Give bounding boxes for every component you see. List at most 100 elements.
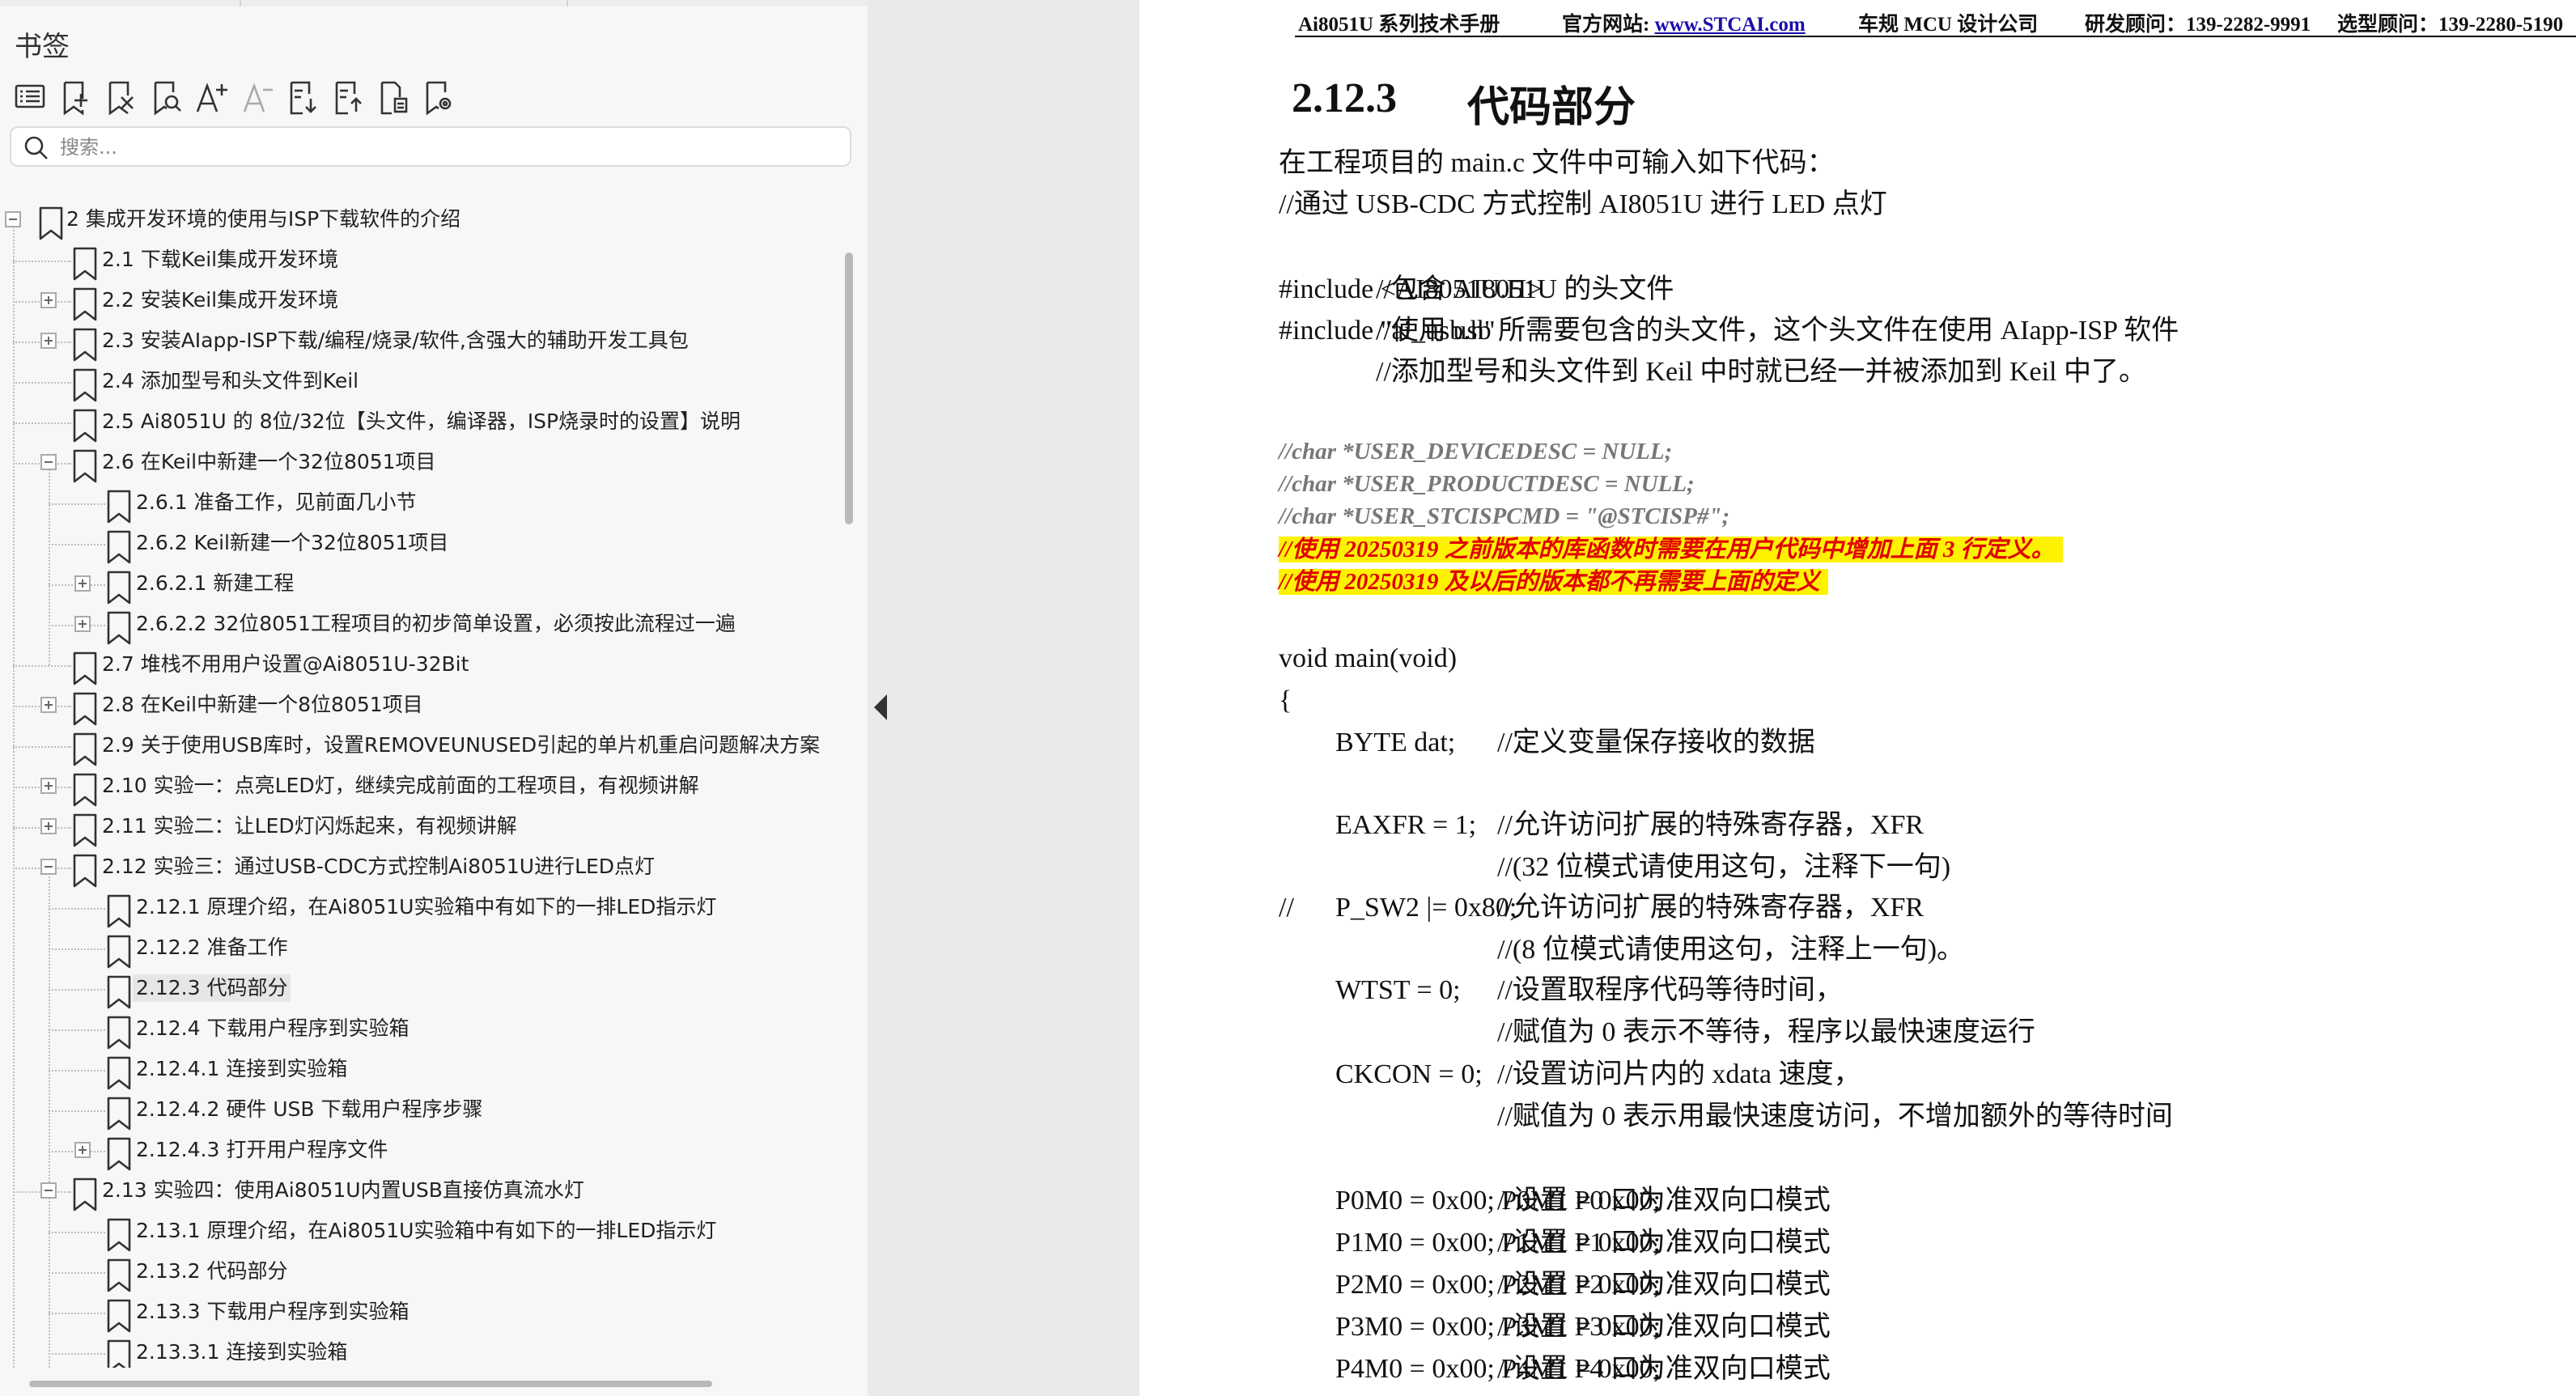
bookmark-icon <box>105 1096 133 1131</box>
bookmark-item[interactable]: 2.6.2 Keil新建一个32位8051项目 <box>0 524 825 565</box>
website-link[interactable]: www.STCAI.com <box>1655 14 1806 36</box>
bookmark-label: 2.12.3 代码部分 <box>133 974 291 1002</box>
bookmark-label: 2.1 下载Keil集成开发环境 <box>102 248 339 271</box>
code-comment: //设置 P0 口为准双向口模式 <box>1497 1186 1831 1216</box>
bookmark-item[interactable]: 2.6.1 准备工作，见前面几小节 <box>0 484 825 524</box>
add-bookmark-icon[interactable] <box>57 74 95 120</box>
bookmark-item[interactable]: 2.5 Ai8051U 的 8位/32位【头文件，编译器，ISP烧录时的设置】说… <box>0 403 825 443</box>
search-input[interactable] <box>58 131 838 163</box>
expand-icon[interactable] <box>40 292 57 308</box>
bookmark-item[interactable]: 2.6.2.2 32位8051工程项目的初步简单设置，必须按此流程过一遍 <box>0 605 825 646</box>
bookmark-item[interactable]: 2.12.4.2 硬件 USB 下载用户程序步骤 <box>0 1091 825 1131</box>
tree-guide-line <box>49 1272 105 1274</box>
expand-icon[interactable] <box>74 575 91 592</box>
bookmark-search[interactable] <box>10 126 851 167</box>
bookmark-item[interactable]: 2.10 实验一：点亮LED灯，继续完成前面的工程项目，有视频讲解 <box>0 767 825 808</box>
bookmark-icon <box>105 570 133 605</box>
bookmark-item[interactable]: 2.3 安装AIapp-ISP下载/编程/烧录/软件,含强大的辅助开发工具包 <box>0 322 825 363</box>
find-bookmark-icon[interactable] <box>147 74 186 120</box>
collapse-icon[interactable] <box>40 1182 57 1199</box>
bookmark-label: 2.10 实验一：点亮LED灯，继续完成前面的工程项目，有视频讲解 <box>102 774 699 797</box>
bookmark-item[interactable]: 2.4 添加型号和头文件到Keil <box>0 363 825 403</box>
expand-all-icon[interactable] <box>283 74 322 120</box>
collapse-icon[interactable] <box>40 859 57 875</box>
bookmark-panel: 书签 搜索... 2 集成开发环境的使用与ISP下载软件的介绍 2.1 下载Ke… <box>0 0 869 1396</box>
bookmark-item[interactable]: 2.1 下载Keil集成开发环境 <box>0 241 825 282</box>
bookmark-item[interactable]: 2.7 堆栈不用用户设置@Ai8051U-32Bit <box>0 646 825 686</box>
bookmark-item[interactable]: 2.12.1 原理介绍，在Ai8051U实验箱中有如下的一排LED指示灯 <box>0 889 825 929</box>
bookmark-item[interactable]: 2.8 在Keil中新建一个8位8051项目 <box>0 686 825 727</box>
expand-icon[interactable] <box>40 778 57 794</box>
bookmark-item[interactable]: 2.13 实验四：使用Ai8051U内置USB直接仿真流水灯 <box>0 1172 825 1212</box>
bookmark-page-icon[interactable] <box>374 74 413 120</box>
collapse-panel-icon[interactable] <box>874 694 887 720</box>
shrink-font-icon[interactable] <box>238 74 277 120</box>
tree-vertical-scrollbar[interactable] <box>845 252 853 524</box>
collapse-icon[interactable] <box>5 211 21 227</box>
code-comment: //设置 P2 口为准双向口模式 <box>1497 1270 1831 1300</box>
tree-guide-line <box>49 1313 105 1314</box>
highlighted-note: //使用 20250319 及以后的版本都不再需要上面的定义 <box>1279 563 1828 600</box>
bookmark-item[interactable]: 2 集成开发环境的使用与ISP下载软件的介绍 <box>0 201 825 241</box>
tree-guide-line <box>49 989 105 991</box>
bookmark-item[interactable]: 2.13.3.1 连接到实验箱 <box>0 1334 825 1368</box>
expand-icon[interactable] <box>74 616 91 632</box>
tree-guide-line <box>49 1070 105 1071</box>
bookmark-icon <box>105 974 133 1010</box>
bookmark-item[interactable]: 2.13.1 原理介绍，在Ai8051U实验箱中有如下的一排LED指示灯 <box>0 1212 825 1253</box>
bookmark-item[interactable]: 2.13.2 代码部分 <box>0 1253 825 1293</box>
delete-bookmark-icon[interactable] <box>102 74 141 120</box>
bookmark-icon <box>105 1339 133 1368</box>
tree-guide-line <box>49 1232 105 1233</box>
collapse-all-icon[interactable] <box>329 74 367 120</box>
code-comment: //设置 P1 口为准双向口模式 <box>1497 1228 1831 1258</box>
bookmark-icon <box>71 813 99 848</box>
bookmark-settings-icon[interactable] <box>419 74 458 120</box>
collapse-icon[interactable] <box>40 454 57 470</box>
expand-icon[interactable] <box>74 1142 91 1158</box>
section-title: 代码部分 <box>1467 85 1636 131</box>
bookmark-icon <box>105 893 133 929</box>
bookmark-item[interactable]: 2.11 实验二：让LED灯闪烁起来，有视频讲解 <box>0 808 825 848</box>
tree-guide-line <box>49 1110 105 1112</box>
bookmark-item[interactable]: 2.12.4 下载用户程序到实验箱 <box>0 1010 825 1050</box>
bookmark-item[interactable]: 2.12 实验三：通过USB-CDC方式控制Ai8051U进行LED点灯 <box>0 848 825 889</box>
bookmark-item[interactable]: 2.12.4.3 打开用户程序文件 <box>0 1131 825 1172</box>
code-comment: //设置 P3 口为准双向口模式 <box>1497 1312 1831 1342</box>
bookmark-icon <box>71 367 99 403</box>
bookmark-label: 2.8 在Keil中新建一个8位8051项目 <box>102 693 423 716</box>
bookmark-icon <box>71 691 99 727</box>
expand-icon[interactable] <box>40 333 57 349</box>
header-website: 官方网站: www.STCAI.com <box>1562 8 1806 37</box>
enlarge-font-icon[interactable] <box>193 74 231 120</box>
bookmark-item[interactable]: 2.13.3 下载用户程序到实验箱 <box>0 1293 825 1334</box>
list-icon[interactable] <box>11 74 50 120</box>
code-comment: //添加型号和头文件到 Keil 中时就已经一并被添加到 Keil 中了。 <box>1376 357 2146 387</box>
bookmark-label: 2.13.3 下载用户程序到实验箱 <box>136 1300 410 1323</box>
expand-icon[interactable] <box>40 697 57 713</box>
bookmark-label: 2.12.2 准备工作 <box>136 936 288 959</box>
search-icon <box>24 136 48 159</box>
bookmark-item[interactable]: 2.2 安装Keil集成开发环境 <box>0 282 825 322</box>
header-sales-contact: 选型顾问：139-2280-5190 <box>2337 14 2564 36</box>
bookmark-icon <box>105 1136 133 1172</box>
bookmark-item[interactable]: 2.12.3 代码部分 <box>0 970 825 1010</box>
bookmark-item[interactable]: 2.12.4.1 连接到实验箱 <box>0 1050 825 1091</box>
expand-icon[interactable] <box>40 818 57 834</box>
bookmark-item[interactable]: 2.6 在Keil中新建一个32位8051项目 <box>0 443 825 484</box>
bookmark-label: 2.12.4.1 连接到实验箱 <box>136 1057 348 1080</box>
panel-splitter[interactable] <box>868 0 1139 1396</box>
bookmark-label: 2.2 安装Keil集成开发环境 <box>102 288 339 312</box>
bookmark-label: 2.6.2 Keil新建一个32位8051项目 <box>136 531 449 554</box>
bookmark-item[interactable]: 2.6.2.1 新建工程 <box>0 565 825 605</box>
bookmark-icon <box>105 1258 133 1293</box>
tree-horizontal-scrollbar[interactable] <box>29 1381 712 1387</box>
bookmark-item[interactable]: 2.9 关于使用USB库时，设置REMOVEUNUSED引起的单片机重启问题解决… <box>0 727 825 767</box>
bookmark-item[interactable]: 2.12.2 准备工作 <box>0 929 825 970</box>
bookmark-label: 2.7 堆栈不用用户设置@Ai8051U-32Bit <box>102 652 469 676</box>
bookmark-label: 2.4 添加型号和头文件到Keil <box>102 369 359 392</box>
commented-code-line: //char *USER_STCISPCMD = "@STCISP#"; <box>1279 503 1730 529</box>
code-comment: //包含 AI8051U 的头文件 <box>1376 274 1674 304</box>
header-rd-contact: 研发顾问：139-2282-9991 <box>2085 14 2311 36</box>
bookmark-icon <box>105 1298 133 1334</box>
